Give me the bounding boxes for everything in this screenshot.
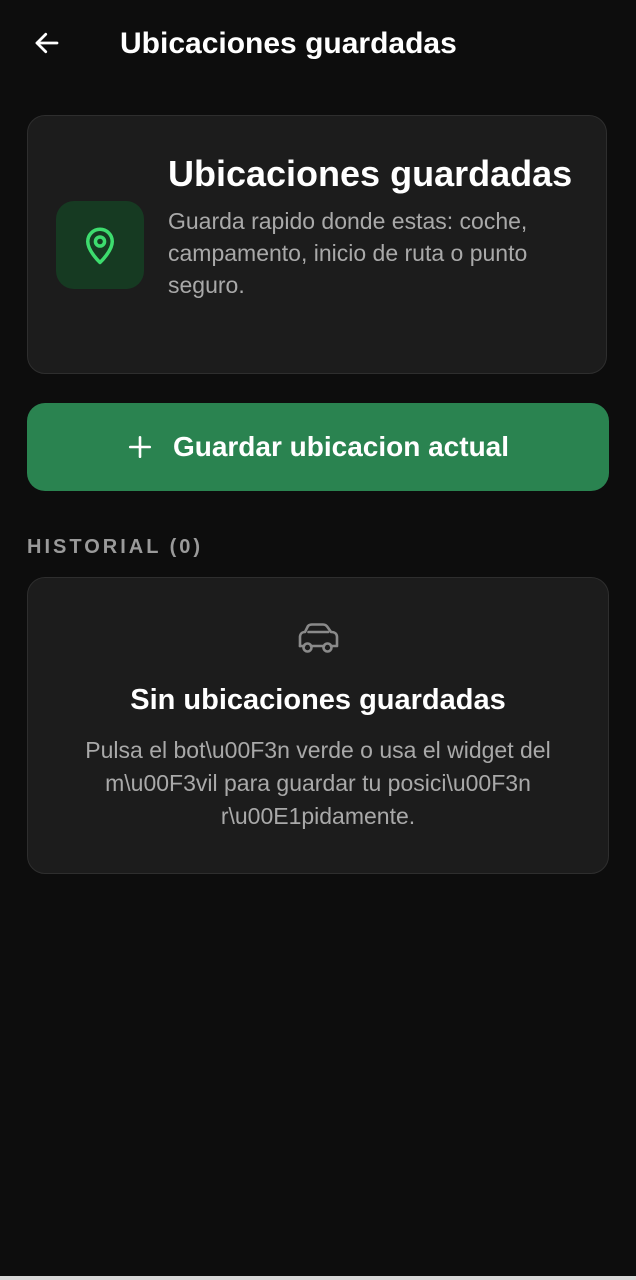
system-nav-bar <box>0 1276 636 1280</box>
empty-state-icon-wrap <box>28 622 608 656</box>
empty-state-description: Pulsa el bot\u00F3n verde o usa el widge… <box>85 737 551 829</box>
app-bar: Ubicaciones guardadas <box>0 0 636 88</box>
car-icon <box>298 623 339 653</box>
info-text: Ubicaciones guardadas Guarda rapido dond… <box>168 152 578 301</box>
location-pin-icon <box>86 227 114 265</box>
info-icon-tile <box>56 201 144 289</box>
info-title: Ubicaciones guardadas <box>168 153 573 194</box>
page-title: Ubicaciones guardadas <box>120 27 457 60</box>
back-button[interactable] <box>26 22 68 64</box>
save-location-button[interactable]: Guardar ubicacion actual <box>27 403 609 491</box>
save-button-label: Guardar ubicacion actual <box>172 431 510 462</box>
info-card: Ubicaciones guardadas Guarda rapido dond… <box>27 115 607 374</box>
info-description: Guarda rapido donde estas: coche, campam… <box>168 208 528 298</box>
arrow-left-icon <box>35 32 59 54</box>
empty-state-title: Sin ubicaciones guardadas <box>130 684 506 716</box>
plus-icon <box>127 434 153 460</box>
history-heading: HISTORIAL (0) <box>27 536 204 558</box>
empty-state-card: Sin ubicaciones guardadas Pulsa el bot\u… <box>27 577 609 874</box>
